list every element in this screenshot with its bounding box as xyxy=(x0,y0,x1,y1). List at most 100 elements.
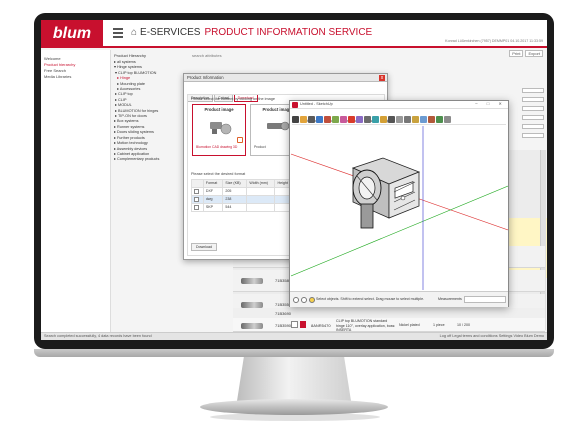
header-select xyxy=(191,179,204,188)
filter-dropdown[interactable] xyxy=(522,124,544,129)
sketchup-window: Untitled - SketchUp – □ ✕ FileEditViewCa… xyxy=(289,100,509,307)
push-pull-tool-icon[interactable] xyxy=(332,116,339,123)
sketchup-status-bar: Select objects. Shift to extend select. … xyxy=(290,291,508,307)
move-tool-icon[interactable] xyxy=(340,116,347,123)
info-icon[interactable] xyxy=(291,321,298,328)
offset-tool-icon[interactable] xyxy=(364,116,371,123)
instructor-icon[interactable] xyxy=(309,297,315,303)
filter-dropdown[interactable] xyxy=(522,88,544,93)
eraser-tool-icon[interactable] xyxy=(300,116,307,123)
format-name: DXF xyxy=(202,187,224,196)
rectangle-tool-icon[interactable] xyxy=(316,116,323,123)
monitor-chin xyxy=(34,349,554,357)
scale-tool-icon[interactable] xyxy=(356,116,363,123)
format-row-dwg[interactable]: dwg 238 xyxy=(191,195,305,204)
zoom-extents-icon[interactable] xyxy=(412,116,419,123)
sketchup-app-icon xyxy=(292,102,298,108)
sketchup-title-bar[interactable]: Untitled - SketchUp – □ ✕ xyxy=(290,101,508,109)
rotate-tool-icon[interactable] xyxy=(348,116,355,123)
table-row[interactable]: 71B3590 8ANR5470 CLIP top BLUMOTION stan… xyxy=(233,318,545,332)
header-format: Format xyxy=(202,179,224,188)
line-tool-icon[interactable] xyxy=(308,116,315,123)
filter-dropdown[interactable] xyxy=(522,97,544,102)
article-code: 71B3590 xyxy=(275,323,292,328)
format-checkbox[interactable] xyxy=(194,188,199,194)
monitor-stand-base xyxy=(200,399,388,415)
product-tree: ▸ all systems ▾ Hinge systems ▾ CLIP top… xyxy=(114,60,184,163)
hamburger-menu-icon[interactable] xyxy=(113,28,123,38)
article-unit: 10 / 200 xyxy=(457,323,470,327)
article-number: 8ANR5470 xyxy=(311,323,331,328)
sketchup-toolbar xyxy=(292,115,506,125)
blum-logo[interactable]: blum xyxy=(41,20,103,48)
measurements-label: Measurements xyxy=(438,297,462,301)
header-width: Width (mm) xyxy=(246,179,276,188)
product-thumbnail xyxy=(241,323,263,329)
hinge-image-icon xyxy=(267,121,290,131)
hinge-3d-model[interactable] xyxy=(351,157,421,229)
sketchup-status-message: Select objects. Shift to extend select. … xyxy=(316,297,425,301)
nav-item-media-libraries[interactable]: Media Libraries xyxy=(44,74,107,80)
user-info: Konrad Lüßenkirchen (7957) DEMMP01 04.10… xyxy=(445,39,543,43)
orbit-tool-icon[interactable] xyxy=(388,116,395,123)
header-size: Size (KB) xyxy=(222,179,248,188)
format-checkbox[interactable] xyxy=(194,196,199,202)
download-button[interactable]: Download xyxy=(191,243,217,251)
pdf-icon[interactable] xyxy=(300,321,306,328)
window-controls[interactable]: – □ ✕ xyxy=(475,101,506,106)
zoom-tool-icon[interactable] xyxy=(404,116,411,123)
e-services-link[interactable]: E-SERVICES xyxy=(140,27,200,38)
select-tool-icon[interactable] xyxy=(292,116,299,123)
format-size: 238 xyxy=(222,195,248,204)
hinge-image-icon xyxy=(210,122,232,135)
format-instruction: Please select the desired format xyxy=(191,172,246,176)
status-bar: Search completed successfully, 4 data re… xyxy=(41,332,547,340)
pan-tool-icon[interactable] xyxy=(396,116,403,123)
measurements-input[interactable] xyxy=(464,296,506,303)
format-size: 544 xyxy=(222,203,248,212)
dialog-title-bar[interactable]: Product Information x xyxy=(184,74,387,82)
format-row-skp[interactable]: SKP 544 xyxy=(191,203,305,212)
format-name: dwg xyxy=(202,195,224,204)
content-instruction: Please select the content by clicking on… xyxy=(191,97,276,101)
card-caption: Blumotion CAD drawing 3D xyxy=(196,145,238,149)
geo-location-icon[interactable] xyxy=(293,297,299,303)
article-description: CLIP top BLUMOTION standard hinge 110°, … xyxy=(336,319,396,333)
extension-icon[interactable] xyxy=(428,116,435,123)
app-header: blum ⌂ E-SERVICES PRODUCT INFORMATION SERV… xyxy=(41,20,547,48)
article-code: 71B3690 xyxy=(275,311,292,316)
product-thumbnail xyxy=(241,278,263,284)
article-finish: Nickel plated xyxy=(399,323,420,327)
dialog-tabs: Description Cabad Download xyxy=(187,86,259,102)
home-icon[interactable]: ⌂ xyxy=(131,27,137,38)
credits-icon[interactable] xyxy=(301,297,307,303)
format-table: Format Size (KB) Width (mm) Height (mm) … xyxy=(191,179,305,212)
tree-item[interactable]: ▸ Complementary products xyxy=(114,157,184,162)
sketchup-title: Untitled - SketchUp xyxy=(300,102,333,106)
status-message: Search completed successfully, 4 data re… xyxy=(44,334,152,338)
layers-icon[interactable] xyxy=(436,116,443,123)
footer-links[interactable]: Log off Legal terms and conditions Setti… xyxy=(440,334,544,338)
circle-tool-icon[interactable] xyxy=(324,116,331,123)
tape-tool-icon[interactable] xyxy=(372,116,379,123)
monitor-frame: blum ⌂ E-SERVICES PRODUCT INFORMATION SERV… xyxy=(34,13,554,349)
article-quantity: 1 piece xyxy=(433,323,445,327)
search-attributes-label[interactable]: search attributes xyxy=(192,53,222,58)
close-icon[interactable]: x xyxy=(379,75,385,81)
paint-tool-icon[interactable] xyxy=(380,116,387,123)
filter-dropdown[interactable] xyxy=(522,115,544,120)
filter-dropdown[interactable] xyxy=(522,133,544,138)
sketchup-canvas[interactable] xyxy=(291,126,508,290)
format-checkbox[interactable] xyxy=(194,204,199,210)
app-title: ⌂ E-SERVICES PRODUCT INFORMATION SERVICE xyxy=(131,27,372,38)
download-badge-icon xyxy=(237,137,243,143)
styles-icon[interactable] xyxy=(444,116,451,123)
warehouse-icon[interactable] xyxy=(420,116,427,123)
format-table-header: Format Size (KB) Width (mm) Height (mm) xyxy=(191,179,305,188)
format-row-dxf[interactable]: DXF 205 xyxy=(191,187,305,196)
dialog-title: Product Information xyxy=(187,75,224,80)
monitor-stand-neck xyxy=(237,357,351,401)
left-navigation: Welcome Product hierarchy Free Search Me… xyxy=(41,50,111,332)
content-card-cad[interactable]: Product image Blumotion CAD drawing 3D xyxy=(192,104,246,156)
filter-dropdown[interactable] xyxy=(522,106,544,111)
